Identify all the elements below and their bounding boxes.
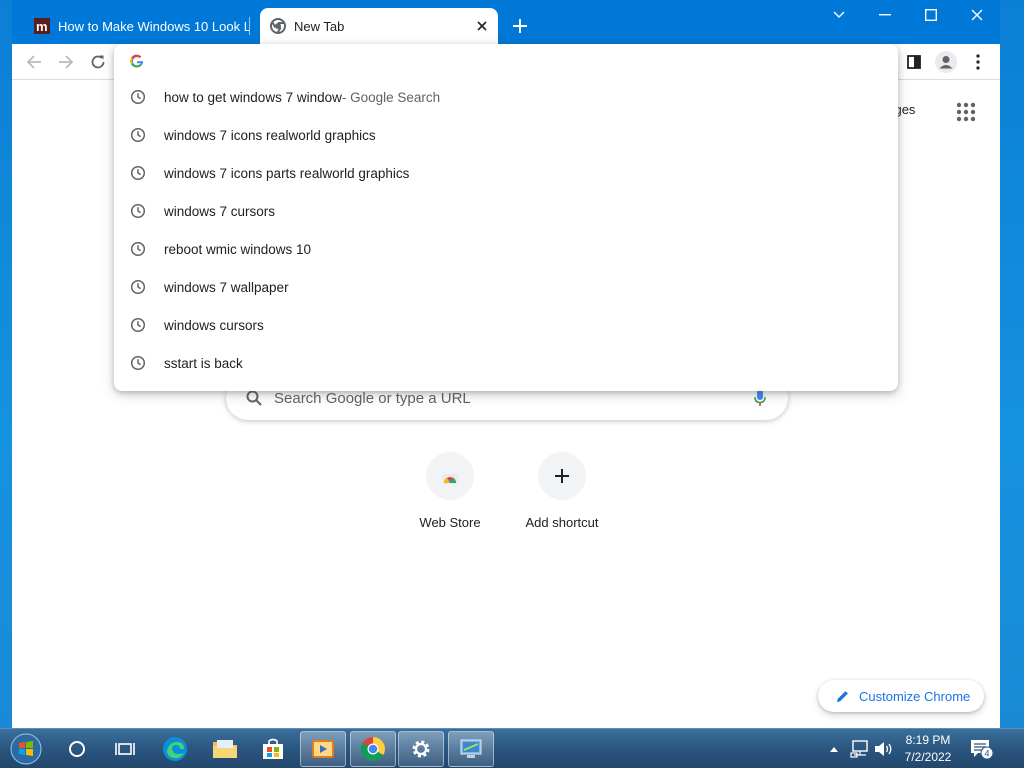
shortcut-label: Web Store [419,515,481,530]
new-tab-button[interactable] [506,12,534,40]
history-clock-icon [130,165,146,181]
omnibox-suggestion[interactable]: windows 7 icons realworld graphics [114,116,898,154]
svg-text:m: m [36,19,48,34]
maximize-button[interactable] [908,0,954,30]
omnibox-suggestion[interactable]: windows cursors [114,306,898,344]
history-clock-icon [130,203,146,219]
history-clock-icon [130,279,146,295]
volume-icon[interactable] [874,729,894,768]
web-store-icon [426,452,474,500]
shortcut-label: Add shortcut [525,515,599,530]
suggestion-text: sstart is back [164,355,243,371]
tab-search-icon[interactable] [816,0,862,30]
suggestion-text: how to get windows 7 window [164,89,342,105]
network-icon[interactable] [850,729,870,768]
suggestion-text: windows 7 icons parts realworld graphics [164,165,410,181]
chrome-taskbar-icon[interactable] [350,731,396,767]
suggestion-text: windows 7 cursors [164,203,276,219]
minimize-button[interactable] [862,0,908,30]
suggestion-text: windows 7 wallpaper [164,279,289,295]
clock-time: 8:19 PM [905,733,951,747]
microsoft-store-icon[interactable] [250,731,296,767]
omnibox-input[interactable] [114,44,898,78]
edge-icon[interactable] [152,731,198,767]
chrome-icon [270,18,286,34]
tab-title: How to Make Windows 10 Look L [58,18,249,34]
notification-count: 4 [984,749,989,759]
show-hidden-icons-button[interactable] [830,729,838,768]
omnibox-suggestion[interactable]: windows 7 cursors [114,192,898,230]
close-tab-icon[interactable] [472,16,492,36]
settings-gear-icon[interactable] [398,731,444,767]
tab-how-to-make-windows[interactable]: m How to Make Windows 10 Look L [24,8,256,44]
forward-button[interactable] [52,48,80,76]
microphone-icon[interactable] [754,389,766,407]
customize-label: Customize Chrome [859,688,971,704]
shortcut-add[interactable]: Add shortcut [506,452,618,530]
m-site-icon: m [34,18,50,34]
omnibox-suggestion[interactable]: reboot wmic windows 10 [114,230,898,268]
tab-new-tab[interactable]: New Tab [260,8,498,44]
history-clock-icon [130,89,146,105]
profile-avatar-icon[interactable] [932,48,960,76]
cortana-circle-icon[interactable] [54,731,100,767]
history-clock-icon [130,127,146,143]
task-view-icon[interactable] [102,731,148,767]
file-explorer-icon[interactable] [202,731,248,767]
clock-date: 7/2/2022 [904,750,952,764]
shortcut-web-store[interactable]: Web Store [394,452,506,530]
omnibox-suggestion[interactable]: sstart is back [114,344,898,382]
omnibox-suggestion[interactable]: windows 7 icons parts realworld graphics [114,154,898,192]
customize-chrome-button[interactable]: Customize Chrome [818,680,984,712]
omnibox-dropdown: how to get windows 7 window - Google Sea… [114,44,898,391]
google-g-icon [130,54,144,68]
action-center-icon[interactable]: 4 [970,729,994,768]
search-icon [246,390,262,406]
google-apps-icon[interactable] [954,100,978,124]
omnibox-suggestion[interactable]: windows 7 wallpaper [114,268,898,306]
chrome-window: m How to Make Windows 10 Look L New Tab [12,0,1000,728]
suggestion-text: windows cursors [164,317,264,333]
tab-title: New Tab [294,18,345,34]
history-clock-icon [130,317,146,333]
start-button[interactable] [4,731,48,767]
suggestion-list: how to get windows 7 window - Google Sea… [114,78,898,382]
reload-button[interactable] [84,48,112,76]
taskbar: 8:19 PM 7/2/2022 4 [0,728,1024,768]
suggestion-text: windows 7 icons realworld graphics [164,127,376,143]
history-clock-icon [130,241,146,257]
search-placeholder: Search Google or type a URL [274,389,471,407]
back-button[interactable] [20,48,48,76]
control-panel-icon[interactable] [448,731,494,767]
suggestion-extra: - Google Search [341,89,441,105]
pencil-icon [836,690,849,703]
plus-icon [538,452,586,500]
side-panel-icon[interactable] [900,48,928,76]
tab-separator [249,17,250,35]
history-clock-icon [130,355,146,371]
system-clock[interactable]: 8:19 PM 7/2/2022 [896,732,960,766]
media-player-icon[interactable] [300,731,346,767]
tab-strip: m How to Make Windows 10 Look L New Tab [12,0,1000,44]
suggestion-text: reboot wmic windows 10 [164,241,312,257]
close-window-button[interactable] [954,0,1000,30]
menu-more-icon[interactable] [964,48,992,76]
omnibox-suggestion[interactable]: how to get windows 7 window - Google Sea… [114,78,898,116]
